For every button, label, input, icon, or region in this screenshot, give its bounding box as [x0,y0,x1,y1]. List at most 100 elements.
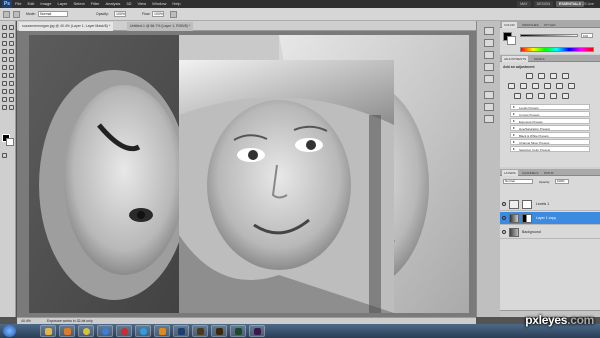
info-panel-icon[interactable] [484,115,494,123]
hand-tool-icon[interactable] [2,105,7,110]
preset-selective-color[interactable]: Selective Color Presets [510,146,590,152]
character-icon[interactable] [484,91,494,99]
layer-row-levels[interactable]: Levels 1 [500,198,600,211]
visibility-eye-icon[interactable] [502,216,506,220]
document-tab-untitled[interactable]: Untitled-1 @ 66.7% (Layer 1, RGB/8) * [127,22,194,31]
3d-rotate-tool-icon[interactable] [2,97,7,102]
layer-opacity-field[interactable]: 100% [555,179,569,184]
menu-image[interactable]: Image [40,0,51,8]
workspace-design[interactable]: DESIGN [533,1,554,7]
hue-saturation-icon[interactable] [520,83,527,89]
shape-tool-icon[interactable] [9,89,14,94]
menu-view[interactable]: View [138,0,147,8]
visibility-eye-icon[interactable] [502,230,506,234]
color-spectrum[interactable] [520,47,594,52]
menu-filter[interactable]: Filter [91,0,100,8]
menu-layer[interactable]: Layer [57,0,67,8]
brush-panel-icon[interactable] [484,63,494,71]
layer-row-layer1-copy[interactable]: Layer 1 copy [500,212,600,225]
preset-levels[interactable]: Levels Presets [510,104,590,110]
gradient-tool-icon[interactable] [9,65,14,70]
eraser-tool-icon[interactable] [2,65,7,70]
preset-exposure[interactable]: Exposure Presets [510,118,590,124]
move-tool-icon[interactable] [2,25,7,30]
preset-curves[interactable]: Curves Presets [510,111,590,117]
invert-icon[interactable] [514,93,521,99]
menu-help[interactable]: Help [172,0,180,8]
menu-select[interactable]: Select [74,0,85,8]
black-white-icon[interactable] [544,83,551,89]
opacity-field[interactable]: 100% [114,11,126,17]
quick-mask-icon[interactable] [2,153,7,158]
layer-row-background[interactable]: Background [500,226,600,239]
clone-stamp-tool-icon[interactable] [2,57,7,62]
pen-tool-icon[interactable] [2,81,7,86]
crop-tool-icon[interactable] [2,41,7,46]
image-canvas[interactable] [29,35,469,313]
blend-mode-select[interactable]: Normal [503,179,533,184]
visibility-eye-icon[interactable] [502,202,506,206]
healing-tool-icon[interactable] [2,49,7,54]
start-button-icon[interactable] [3,325,16,337]
zoom-tool-icon[interactable] [9,105,14,110]
levels-icon[interactable] [538,73,545,79]
photo-filter-icon[interactable] [556,83,563,89]
brush-size-icon[interactable] [13,11,20,18]
preset-black-white[interactable]: Black & White Presets [510,132,590,138]
background-color-swatch[interactable] [6,138,14,146]
firefox-icon[interactable] [97,325,113,337]
channel-mixer-icon[interactable] [568,83,575,89]
flow-field[interactable]: 100% [152,11,164,17]
curves-icon[interactable] [550,73,557,79]
path-select-tool-icon[interactable] [2,89,7,94]
dodge-tool-icon[interactable] [9,73,14,78]
posterize-icon[interactable] [526,93,533,99]
paragraph-icon[interactable] [484,103,494,111]
exposure-icon[interactable] [562,73,569,79]
mini-bridge-icon[interactable] [484,27,494,35]
bridge-taskbar-icon[interactable] [192,325,208,337]
brush-preset-icon[interactable] [3,11,10,18]
threshold-icon[interactable] [538,93,545,99]
history-icon[interactable] [484,39,494,47]
photoshop-taskbar-icon[interactable] [173,325,189,337]
menu-window[interactable]: Window [152,0,166,8]
layer-mask-thumbnail[interactable] [522,214,532,223]
zoom-level[interactable]: 40.4% [21,319,31,323]
type-tool-icon[interactable] [9,81,14,86]
k-value[interactable]: 100 [581,33,593,38]
airbrush-icon[interactable] [170,11,177,18]
layer-mask-thumbnail[interactable] [522,200,532,209]
preset-hue-saturation[interactable]: Hue/Saturation Presets [510,125,590,131]
preset-channel-mixer[interactable]: Channel Mixer Presets [510,139,590,145]
illustrator-taskbar-icon[interactable] [211,325,227,337]
selective-color-icon[interactable] [562,93,569,99]
color-balance-icon[interactable] [532,83,539,89]
chrome-icon[interactable] [78,325,94,337]
clone-source-icon[interactable] [484,75,494,83]
premiere-taskbar-icon[interactable] [249,325,265,337]
vibrance-icon[interactable] [508,83,515,89]
skype-icon[interactable] [135,325,151,337]
workspace-may[interactable]: MAY [517,1,531,7]
explorer-icon[interactable] [40,325,56,337]
menu-3d[interactable]: 3D [126,0,131,8]
cs-live-button[interactable]: CS Live [582,1,594,7]
eyedropper-tool-icon[interactable] [9,41,14,46]
vlc-icon[interactable] [154,325,170,337]
brightness-contrast-icon[interactable] [526,73,533,79]
3d-orbit-tool-icon[interactable] [9,97,14,102]
k-slider[interactable] [520,34,578,37]
media-player-icon[interactable] [59,325,75,337]
color-background-swatch[interactable] [507,36,516,45]
actions-icon[interactable] [484,51,494,59]
mode-select[interactable]: Normal [38,11,68,17]
history-brush-tool-icon[interactable] [9,57,14,62]
workspace-essentials[interactable]: ESSENTIALS [556,1,584,7]
menu-analysis[interactable]: Analysis [106,0,121,8]
dreamweaver-taskbar-icon[interactable] [230,325,246,337]
lasso-tool-icon[interactable] [2,33,7,38]
menu-file[interactable]: File [15,0,21,8]
marquee-tool-icon[interactable] [9,25,14,30]
menu-edit[interactable]: Edit [27,0,34,8]
